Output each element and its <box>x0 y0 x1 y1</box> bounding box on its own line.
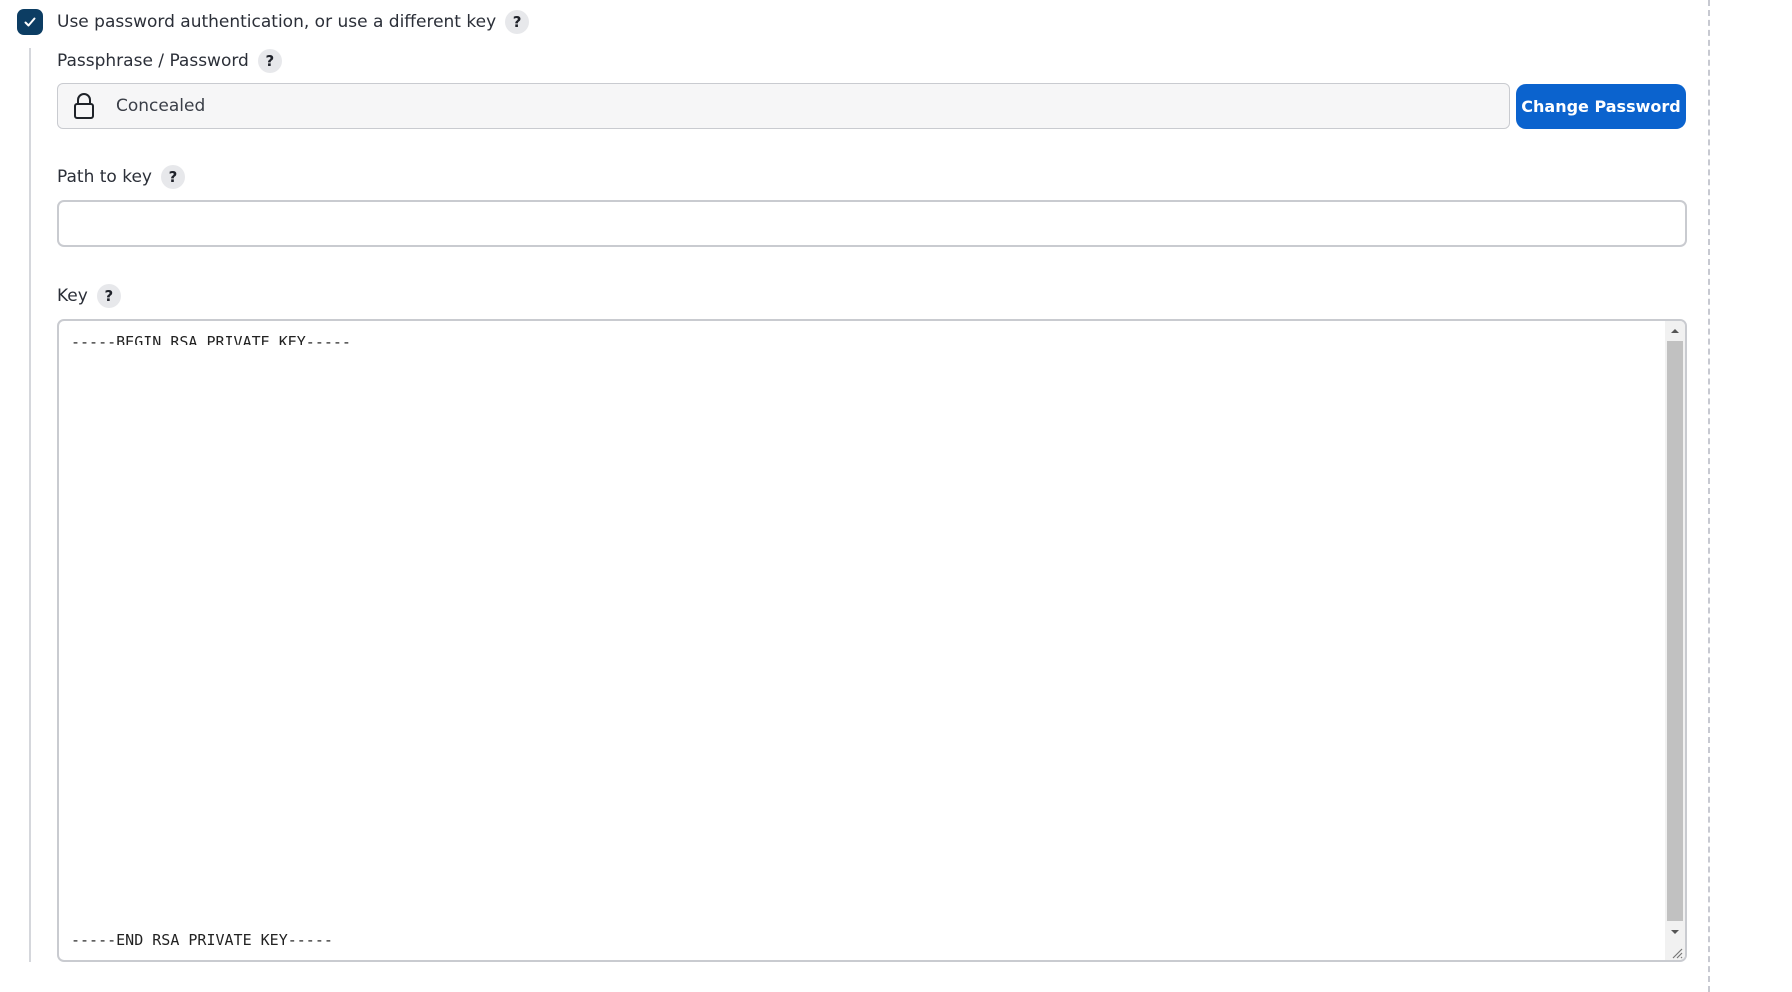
chevron-up-icon[interactable] <box>1665 323 1685 339</box>
key-last-line: -----END RSA PRIVATE KEY----- <box>71 931 333 949</box>
key-label: Key <box>57 286 88 306</box>
key-help-icon[interactable]: ? <box>96 284 121 308</box>
dashed-divider <box>1708 0 1710 992</box>
path-to-key-label: Path to key <box>57 167 152 187</box>
scrollbar-thumb[interactable] <box>1667 341 1683 921</box>
passphrase-label-row: Passphrase / Password ? <box>57 49 282 73</box>
password-auth-label[interactable]: Use password authentication, or use a di… <box>57 12 496 32</box>
password-auth-option: Use password authentication, or use a di… <box>17 8 530 36</box>
key-textarea[interactable]: -----BEGIN RSA PRIVATE KEY----- -----END… <box>57 319 1687 962</box>
path-to-key-help-icon[interactable]: ? <box>160 165 185 189</box>
password-auth-help-icon[interactable]: ? <box>505 10 530 34</box>
password-auth-checkbox[interactable] <box>17 9 43 35</box>
checkmark-icon <box>24 17 36 27</box>
credentials-form: Use password authentication, or use a di… <box>0 0 1792 992</box>
path-to-key-input[interactable] <box>57 200 1687 247</box>
passphrase-concealed-value: Concealed <box>116 96 206 116</box>
resize-grip-icon[interactable] <box>1669 944 1683 959</box>
chevron-down-icon[interactable] <box>1665 924 1685 940</box>
passphrase-help-icon[interactable]: ? <box>257 49 282 73</box>
path-to-key-label-row: Path to key ? <box>57 165 185 189</box>
key-label-row: Key ? <box>57 284 121 308</box>
passphrase-concealed-field: Concealed <box>57 83 1510 129</box>
key-scrollbar[interactable] <box>1665 321 1685 960</box>
change-password-button[interactable]: Change Password <box>1516 84 1686 129</box>
nested-section-bar <box>29 48 31 962</box>
key-first-line: -----BEGIN RSA PRIVATE KEY----- <box>71 333 351 345</box>
lock-icon <box>72 91 96 121</box>
passphrase-label: Passphrase / Password <box>57 51 249 71</box>
